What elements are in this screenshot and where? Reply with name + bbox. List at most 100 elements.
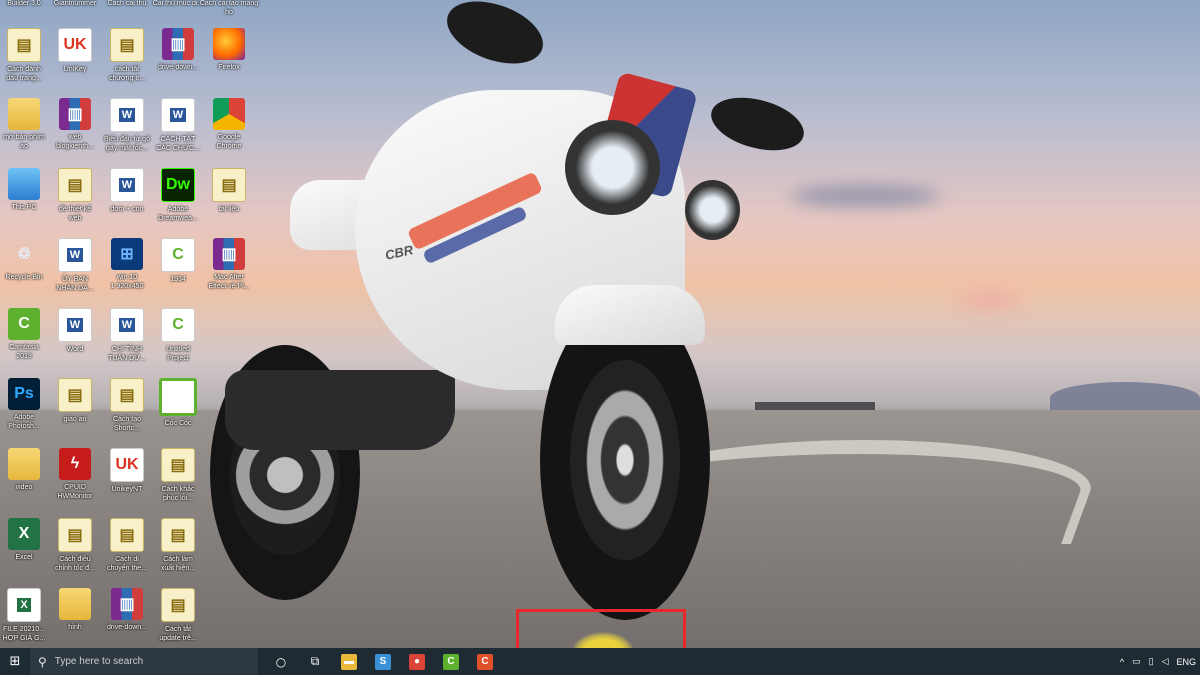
desktop-icon[interactable]: hình (45, 588, 105, 632)
mirror-left (438, 0, 552, 76)
folder-doc-icon: ▤ (58, 518, 92, 552)
engine (225, 370, 455, 450)
headlight (685, 180, 740, 240)
chrome-icon (213, 98, 245, 130)
network-icon[interactable]: ▭ (1132, 656, 1141, 667)
desktop-icon-label: Firefox (218, 64, 240, 71)
dreamweaver-icon: Dw (161, 168, 195, 202)
winrar-icon: ▥ (111, 588, 143, 620)
camtasia-project-icon: C (161, 308, 195, 342)
desktop-icon-label-partial[interactable]: Giantnummer (45, 0, 105, 8)
photoshop-icon: Ps (8, 378, 40, 410)
front-wheel (540, 300, 710, 620)
taskbar-camtasia-button[interactable]: C (434, 648, 468, 675)
desktop-icon-label: Cách khắc phục lỗi... (161, 486, 195, 502)
cortana-icon: ○ (275, 654, 287, 669)
folder-doc-icon: ▤ (161, 518, 195, 552)
front-fender (555, 285, 705, 345)
word-icon: W (110, 308, 144, 342)
pinned-apps: ○ ⧉ ▬ S ● C C (264, 648, 502, 675)
file-explorer-icon: ▬ (341, 653, 357, 670)
desktop-icon[interactable]: UK UniKey (45, 28, 105, 74)
folder-icon (8, 98, 40, 130)
winrar-icon: ▥ (59, 98, 91, 130)
system-tray: ^ ▭ ▯ ◁ ENG (1116, 648, 1200, 675)
folder-doc-icon: ▤ (161, 588, 195, 622)
excel-icon: X (8, 518, 40, 550)
camtasia-icon: C (443, 653, 459, 670)
desktop-icon[interactable]: ▤ giao an (45, 378, 105, 424)
start-button[interactable]: ⊞ (0, 648, 30, 675)
desktop-icon-label: Cách điều chỉnh tốc đ... (55, 556, 95, 572)
windows-logo-icon: ⊞ (9, 654, 21, 669)
desktop-icon[interactable]: Cốc Cốc (148, 378, 208, 428)
word-icon: W (110, 168, 144, 202)
taskbar-camtasia-recorder-button[interactable]: C (468, 648, 502, 675)
desktop-icon[interactable]: ▥ Mac After Effect vẽ Pl... (199, 238, 259, 291)
unikey-icon: UK (58, 28, 92, 62)
desktop-icon[interactable]: Google Chrome (199, 98, 259, 151)
desktop-icon[interactable]: ▤ Cách tắt update trê... (148, 588, 208, 643)
desktop-icon-label: Cach cai tao mang ho (199, 0, 259, 16)
search-box[interactable]: ⚲ Type here to search (30, 648, 258, 675)
desktop-icon-label: hình (68, 624, 82, 631)
taskbar-file-explorer-button[interactable]: ▬ (332, 648, 366, 675)
language-indicator[interactable]: ENG (1176, 657, 1196, 667)
excel-file-icon: X (7, 588, 41, 622)
firefox-icon (213, 28, 245, 60)
chrome-icon: ● (409, 653, 425, 670)
winrar-icon: ▥ (213, 238, 245, 270)
desktop-icon[interactable]: ▤ đề thiết kế web (45, 168, 105, 223)
desktop-icon[interactable]: Firefox (199, 28, 259, 72)
taskbar-cortana-button[interactable]: ○ (264, 648, 298, 675)
desktop-icon-label: đề thiết kế web (58, 206, 92, 222)
taskbar-task-view-button[interactable]: ⧉ (298, 648, 332, 675)
desktop-icon[interactable]: C Untitled Project (148, 308, 208, 363)
desktop-icon[interactable]: ▤ tải liệu (199, 168, 259, 214)
desktop-icon[interactable]: ▤ Cách điều chỉnh tốc đ... (45, 518, 105, 573)
desktop-icon-label: Word (66, 346, 84, 353)
camtasia-recorder-icon: C (477, 653, 493, 670)
desktop-icon-label: Cách làm xuất hiện... (160, 556, 196, 572)
desktop-icon-label: giao an (63, 416, 87, 423)
word-icon: W (161, 98, 195, 132)
desktop-icon-label: Giantnummer (53, 0, 97, 7)
desktop-icon-label: web blogkienth... (56, 134, 94, 150)
folder-doc-icon: ▤ (58, 378, 92, 412)
app-s-icon: S (375, 653, 391, 670)
volume-icon[interactable]: ◁ (1162, 656, 1169, 667)
desktop-icon[interactable]: ▤ Cách khắc phục lỗi... (148, 448, 208, 503)
desktop-icon-label: Google Chrome (216, 134, 242, 150)
desktop-icon-label: Cách tắt update trê... (159, 626, 197, 642)
folder-doc-icon: ▤ (7, 28, 41, 62)
taskbar-app-s-button[interactable]: S (366, 648, 400, 675)
desktop-icon-label-partial[interactable]: Cach cai tao mang ho (199, 0, 259, 17)
desktop-icon-label: UniKey (63, 66, 87, 73)
desktop-icon-label: Mac After Effect vẽ Pl... (208, 274, 250, 290)
folder-doc-icon: ▤ (58, 168, 92, 202)
battery-icon[interactable]: ▯ (1149, 656, 1154, 667)
desktop[interactable]: CBR ▤ Cách đánh dấu trang... UK UniKey ▤ cách… (0, 0, 1200, 648)
folder-doc-icon: ▤ (110, 518, 144, 552)
desktop-icon[interactable]: ▥ web blogkienth... (45, 98, 105, 151)
headlight (565, 120, 660, 215)
desktop-icon[interactable]: ϟ CPUID HWMonitor (45, 448, 105, 501)
camtasia-icon: C (8, 308, 40, 340)
win10-icon: ⊞ (111, 238, 143, 270)
folder-icon (8, 448, 40, 480)
desktop-icon-label: Untitled Project (166, 346, 190, 362)
desktop-icon-label: ỦY BAN NHÂN DÂ... (56, 276, 94, 292)
tray-chevron-icon[interactable]: ^ (1120, 657, 1124, 667)
wallpaper-cloud (960, 292, 1020, 308)
task-view-icon: ⧉ (310, 654, 320, 668)
desktop-icon[interactable]: ▤ Cách làm xuất hiện... (148, 518, 208, 573)
recycle-bin-icon: ♲ (16, 246, 32, 263)
wallpaper-motorcycle: CBR (205, 0, 825, 620)
desktop-icon[interactable]: W Word (45, 308, 105, 354)
desktop-icon-label: Cốc Cốc (164, 420, 192, 427)
taskbar-chrome-button[interactable]: ● (400, 648, 434, 675)
search-placeholder: Type here to search (54, 656, 144, 667)
desktop-icon[interactable]: W ỦY BAN NHÂN DÂ... (45, 238, 105, 293)
word-icon: W (58, 238, 92, 272)
folder-doc-icon: ▤ (212, 168, 246, 202)
